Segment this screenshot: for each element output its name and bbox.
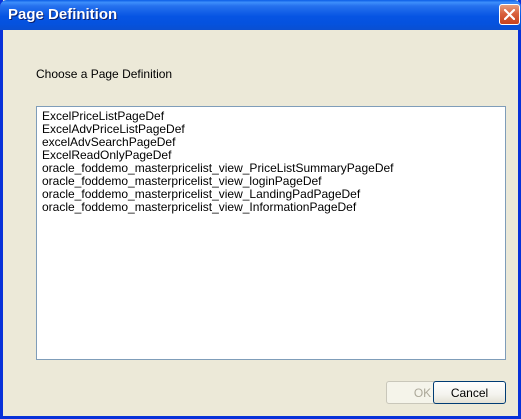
- page-definition-dialog: Page Definition Choose a Page Definition…: [0, 0, 521, 419]
- window-title: Page Definition: [8, 6, 118, 23]
- page-definition-list[interactable]: ExcelPriceListPageDef ExcelAdvPriceListP…: [36, 106, 506, 360]
- choose-page-definition-label: Choose a Page Definition: [36, 67, 173, 81]
- close-icon: [504, 9, 515, 20]
- title-bar[interactable]: Page Definition: [0, 0, 521, 30]
- list-item[interactable]: oracle_foddemo_masterpricelist_view_Info…: [42, 201, 505, 214]
- cancel-button[interactable]: Cancel: [433, 381, 506, 404]
- close-button[interactable]: [499, 4, 520, 25]
